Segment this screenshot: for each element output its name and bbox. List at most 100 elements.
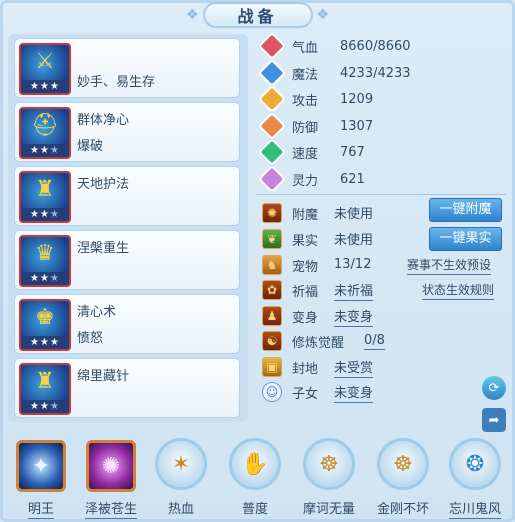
event-preset-link[interactable]: 赛事不生效预设 [407,256,492,275]
attr-label: 攻击 [292,93,319,109]
cultivation-icon: ☯ [262,331,282,351]
star-rating: ★★★ [21,336,69,349]
bottom-skill[interactable]: ✋ 普度 [224,438,284,520]
bottom-skill[interactable]: ☸ 金刚不坏 [372,438,432,520]
figure-icon: ✶ [155,438,207,490]
misc-row-fruit: ❦ 果实 未使用 [262,228,373,250]
bottom-skill-label: 明王 [27,502,54,519]
attr-value: 767 [340,144,365,160]
attr-label: 灵力 [292,173,319,189]
attr-value: 1209 [340,91,374,107]
attack-icon [257,84,287,114]
armor-icon: ♜ ★★★ [19,363,71,415]
divider [256,194,506,195]
helmet-icon: ⛑ ★★★ [19,107,71,159]
bottom-skill[interactable]: ☸ 摩诃无量 [298,438,358,520]
skill-name: 绵里藏针 [77,369,130,384]
transform-icon: ♟ [262,306,282,326]
skill-card[interactable]: ⛑ ★★★ 群体净心 爆破 [14,102,240,162]
skill-card[interactable]: ⚔ ★★★ 妙手、易生存 [14,38,240,98]
star-rating: ★★★ [21,208,69,221]
monk-icon: ☸ [303,438,355,490]
misc-value[interactable]: 未变身 [334,382,374,403]
attr-value: 4233/4233 [340,65,411,81]
skill-name: 妙手、易生存 [77,75,156,90]
one-click-fruit-button[interactable]: 一键果实 [429,227,502,251]
attr-row-speed: 速度 767 [257,137,365,167]
bottom-skill[interactable]: ❂ 忘川鬼风 [444,438,504,520]
attr-row-defense: 防御 1307 [257,111,373,141]
wind-icon: ❂ [449,438,501,490]
skill-panel: ⚔ ★★★ 妙手、易生存 ⛑ ★★★ 群体净心 爆破 ♜ ★★★ 天地护法 ♛ … [8,34,248,422]
star-rating: ★★★ [21,80,69,93]
warrior-icon: ☸ [377,438,429,490]
page-title: 战备 [202,2,313,28]
misc-label: 附魔 [292,207,319,223]
misc-label: 祈福 [292,284,319,300]
bottom-skill-bar: ✦ 明王 ✺ 泽被苍生 ✶ 热血 ✋ 普度 ☸ 摩诃无量 ☸ 金刚不坏 ❂ 忘川… [0,428,515,522]
bottom-skill-label: 普度 [241,502,268,517]
children-icon: ☺ [262,382,282,402]
attr-row-attack: 攻击 1209 [257,84,374,114]
ornament-icon: ❖ [185,7,199,23]
skill-name: 群体净心 [77,113,130,128]
misc-label: 果实 [292,233,319,249]
refresh-icon[interactable]: ⟳ [482,376,506,400]
misc-label: 子女 [292,386,319,402]
misc-value: 未使用 [334,207,374,222]
star-rating: ★★★ [21,400,69,413]
attr-label: 魔法 [292,67,319,83]
pet-icon: ♞ [262,255,282,275]
crown-icon: ♛ ★★★ [19,235,71,287]
state-rules-link[interactable]: 状态生效规则 [422,281,495,300]
attr-row-spirit: 灵力 621 [257,164,365,194]
title-bar: ❖ 战备 ❖ [180,2,335,28]
heart-icon [257,31,287,61]
misc-row-children: ☺ 子女 未变身 [262,381,374,403]
misc-label: 修炼觉醒 [292,335,345,351]
misc-row-fief: ▣ 封地 未受赏 [262,356,374,378]
misc-value: 13/12 [334,257,372,272]
bottom-skill[interactable]: ✶ 热血 [150,438,210,520]
bottom-skill-label: 金刚不坏 [376,502,429,517]
skill-card[interactable]: ♛ ★★★ 涅槃重生 [14,230,240,290]
misc-row-blessing: ✿ 祈福 未祈福 [262,279,374,301]
misc-row-enchant: ✺ 附魔 未使用 [262,202,373,224]
bottom-skill-label: 热血 [167,502,194,517]
spirit-icon [257,164,287,194]
skill-card[interactable]: ♜ ★★★ 天地护法 [14,166,240,226]
attr-label: 速度 [292,146,319,162]
misc-label: 变身 [292,310,319,326]
sword-icon: ⚔ ★★★ [19,43,71,95]
bottom-skill-label: 摩诃无量 [302,502,355,517]
bottom-skill-label: 忘川鬼风 [448,502,501,519]
enchant-icon: ✺ [262,203,282,223]
misc-row-transform: ♟ 变身 未变身 [262,305,374,327]
attr-value: 621 [340,171,365,187]
misc-value[interactable]: 0/8 [364,333,385,350]
fief-icon: ▣ [262,357,282,377]
one-click-enchant-button[interactable]: 一键附魔 [429,198,502,222]
fruit-icon: ❦ [262,229,282,249]
misc-value[interactable]: 未受赏 [334,357,374,378]
attr-row-hp: 气血 8660/8660 [257,31,411,61]
star-rating: ★★★ [21,272,69,285]
attr-label: 气血 [292,40,319,56]
bottom-skill[interactable]: ✺ 泽被苍生 [80,438,140,520]
misc-label: 封地 [292,361,319,377]
misc-row-pet: ♞ 宠物 13/12 [262,254,371,276]
skill-sub: 愤怒 [77,331,104,346]
hand-icon: ✋ [229,438,281,490]
bottom-skill[interactable]: ✦ 明王 [10,438,70,520]
misc-value[interactable]: 未变身 [334,306,374,327]
attr-label: 防御 [292,120,319,136]
orb-icon: ✦ [16,440,66,492]
ornament-icon: ❖ [316,7,330,23]
skill-card[interactable]: ♚ ★★★ 清心术 愤怒 [14,294,240,354]
blessing-icon: ✿ [262,280,282,300]
bottom-skill-label: 泽被苍生 [84,502,137,519]
defense-icon [257,111,287,141]
skill-card[interactable]: ♜ ★★★ 绵里藏针 [14,358,240,418]
crown-icon: ♚ ★★★ [19,299,71,351]
misc-value[interactable]: 未祈福 [334,280,374,301]
